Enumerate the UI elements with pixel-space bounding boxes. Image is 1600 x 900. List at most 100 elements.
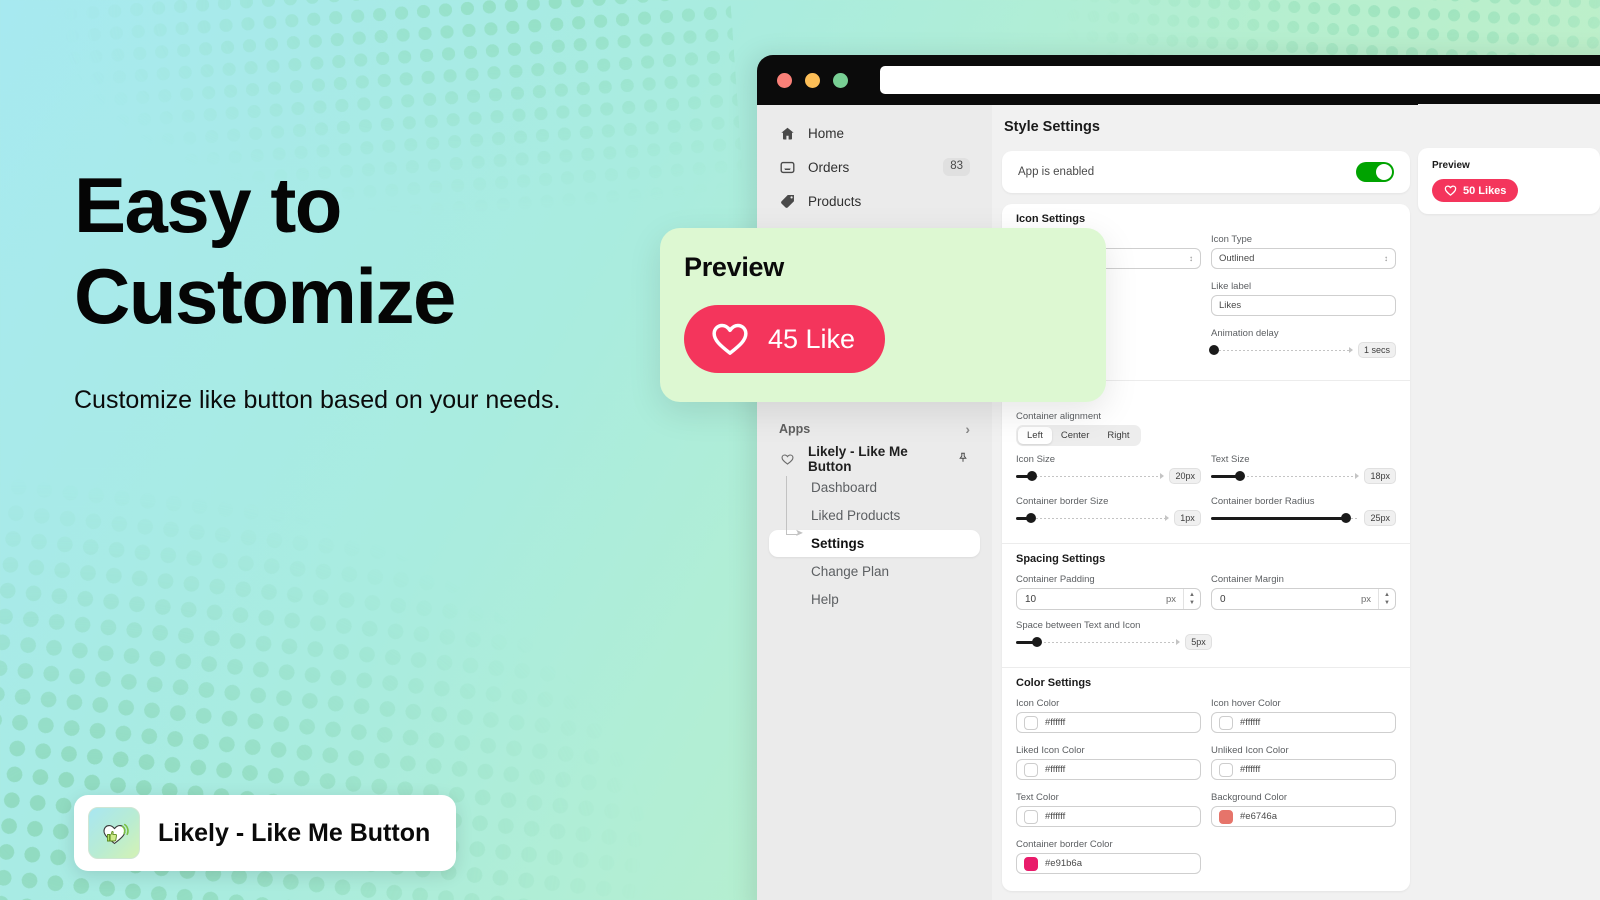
- sidebar-item-label: Orders: [808, 159, 850, 175]
- sidebar-item-likely-app[interactable]: Likely - Like Me Button: [769, 444, 980, 474]
- container-margin-stepper[interactable]: 0 px ▲ ▼: [1211, 588, 1396, 610]
- chevron-updown-icon: ↕: [1189, 253, 1193, 263]
- icon-color-input[interactable]: #ffffff: [1016, 712, 1201, 733]
- border-size-value: 1px: [1174, 510, 1201, 526]
- tag-icon: [779, 193, 796, 210]
- border-size-label: Container border Size: [1016, 496, 1109, 507]
- minimize-window-icon[interactable]: [805, 72, 820, 88]
- background-color-input[interactable]: #e6746a: [1211, 806, 1396, 827]
- sidebar-subitem-change-plan[interactable]: Change Plan: [769, 558, 980, 585]
- app-enabled-label: App is enabled: [1018, 166, 1095, 178]
- slider-handle[interactable]: [1027, 471, 1038, 481]
- sidebar-item-home[interactable]: Home: [769, 119, 980, 147]
- sidebar-subitem-label: Dashboard: [811, 480, 878, 495]
- text-size-label: Text Size: [1211, 454, 1250, 465]
- text-color-field: Text Color #ffffff: [1016, 792, 1201, 827]
- sidebar-subitem-liked-products[interactable]: Liked Products: [769, 502, 980, 529]
- slider-end-arrow-icon: [1165, 515, 1169, 521]
- home-icon: [779, 125, 796, 142]
- text-color-input[interactable]: #ffffff: [1016, 806, 1201, 827]
- like-label-input[interactable]: Likes: [1211, 295, 1396, 316]
- slider-end-arrow-icon: [1348, 347, 1353, 353]
- liked-icon-color-input[interactable]: #ffffff: [1016, 759, 1201, 780]
- container-padding-label: Container Padding: [1016, 574, 1095, 585]
- slider-handle[interactable]: [1340, 513, 1351, 523]
- container-padding-stepper[interactable]: 10 px ▲ ▼: [1016, 588, 1201, 610]
- slider-handle[interactable]: [1032, 637, 1043, 647]
- sidebar-subitem-label: Settings: [811, 536, 865, 551]
- chevron-right-icon[interactable]: ›: [965, 421, 970, 437]
- space-between-slider[interactable]: [1016, 635, 1180, 649]
- space-between-field: Space between Text and Icon 5px: [1016, 620, 1212, 650]
- container-alignment-field: Container alignment Left Center Right: [1016, 411, 1396, 446]
- container-margin-unit: px: [1360, 593, 1371, 605]
- sidebar-item-products[interactable]: Products: [769, 187, 980, 215]
- sidebar-subitem-label: Change Plan: [811, 564, 890, 579]
- icon-type-select[interactable]: Outlined ↕: [1211, 248, 1396, 269]
- stepper-down-icon[interactable]: ▼: [1189, 600, 1195, 606]
- chevron-updown-icon: ↕: [1384, 253, 1388, 263]
- sidebar-subitem-dashboard[interactable]: Dashboard: [769, 474, 980, 501]
- sidebar-item-orders[interactable]: Orders 83: [769, 153, 980, 181]
- preview-callout: Preview 45 Like: [660, 228, 1106, 402]
- icon-hover-color-input[interactable]: #ffffff: [1211, 712, 1396, 733]
- slider-track: [1211, 350, 1351, 351]
- color-swatch[interactable]: [1219, 809, 1233, 824]
- stepper-up-icon[interactable]: ▲: [1189, 592, 1195, 598]
- color-swatch[interactable]: [1219, 762, 1233, 777]
- stepper-up-icon[interactable]: ▲: [1384, 592, 1390, 598]
- text-size-slider[interactable]: [1211, 469, 1360, 483]
- stepper-arrows-icon[interactable]: ▲ ▼: [1378, 589, 1395, 609]
- color-swatch[interactable]: [1024, 715, 1038, 730]
- alignment-option-left[interactable]: Left: [1018, 427, 1052, 444]
- container-border-color-label: Container border Color: [1016, 839, 1113, 850]
- preview-callout-like-button[interactable]: 45 Like: [684, 305, 886, 373]
- container-padding-value: 10: [1025, 593, 1037, 605]
- container-border-color-input[interactable]: #e91b6a: [1016, 853, 1201, 874]
- unliked-icon-color-input[interactable]: #ffffff: [1211, 759, 1396, 780]
- slider-handle[interactable]: [1235, 471, 1246, 481]
- text-color-value: #ffffff: [1045, 811, 1066, 822]
- color-swatch[interactable]: [1024, 809, 1038, 824]
- border-radius-slider[interactable]: [1211, 511, 1358, 525]
- tree-arrow-icon: ➤: [795, 528, 804, 539]
- slider-end-arrow-icon: [1160, 473, 1165, 479]
- hero-subtitle: Customize like button based on your need…: [74, 385, 561, 414]
- like-label-label: Like label: [1211, 281, 1252, 292]
- url-input[interactable]: [880, 66, 1600, 94]
- liked-icon-color-label: Liked Icon Color: [1016, 745, 1085, 756]
- alignment-option-center[interactable]: Center: [1052, 427, 1099, 444]
- text-size-field: Text Size 18px: [1211, 454, 1396, 484]
- slider-handle[interactable]: [1026, 513, 1037, 523]
- animation-delay-slider[interactable]: [1208, 343, 1353, 357]
- space-between-value: 5px: [1185, 634, 1212, 650]
- stepper-arrows-icon[interactable]: ▲ ▼: [1183, 589, 1200, 609]
- app-enabled-toggle[interactable]: [1356, 162, 1394, 182]
- like-label-field: Like label Likes: [1211, 281, 1396, 316]
- container-margin-value: 0: [1220, 593, 1226, 605]
- container-padding-unit: px: [1165, 593, 1176, 605]
- pin-icon[interactable]: [956, 451, 970, 468]
- hero-title-line-1: Easy to: [74, 161, 342, 249]
- color-swatch[interactable]: [1024, 856, 1038, 871]
- border-radius-value: 25px: [1364, 510, 1396, 526]
- alignment-option-right[interactable]: Right: [1098, 427, 1138, 444]
- color-swatch[interactable]: [1219, 715, 1233, 730]
- sidebar-subitem-help[interactable]: Help: [769, 586, 980, 613]
- color-settings-title: Color Settings: [1016, 677, 1092, 689]
- orders-badge: 83: [943, 158, 970, 176]
- preview-like-button[interactable]: 50 Likes: [1432, 179, 1519, 202]
- slider-handle[interactable]: [1208, 345, 1219, 355]
- close-window-icon[interactable]: [777, 72, 792, 88]
- container-border-color-field: Container border Color #e91b6a: [1016, 839, 1201, 874]
- stepper-down-icon[interactable]: ▼: [1384, 600, 1390, 606]
- container-alignment-segmented[interactable]: Left Center Right: [1016, 425, 1141, 446]
- color-swatch[interactable]: [1024, 762, 1038, 777]
- icon-color-field: Icon Color #ffffff: [1016, 698, 1201, 733]
- maximize-window-icon[interactable]: [833, 72, 848, 88]
- border-size-slider[interactable]: [1016, 511, 1169, 525]
- slider-track: [1016, 518, 1167, 519]
- preview-card: Preview 50 Likes: [1418, 148, 1600, 214]
- apps-section-header[interactable]: Apps ›: [769, 421, 980, 437]
- icon-size-slider[interactable]: [1016, 469, 1165, 483]
